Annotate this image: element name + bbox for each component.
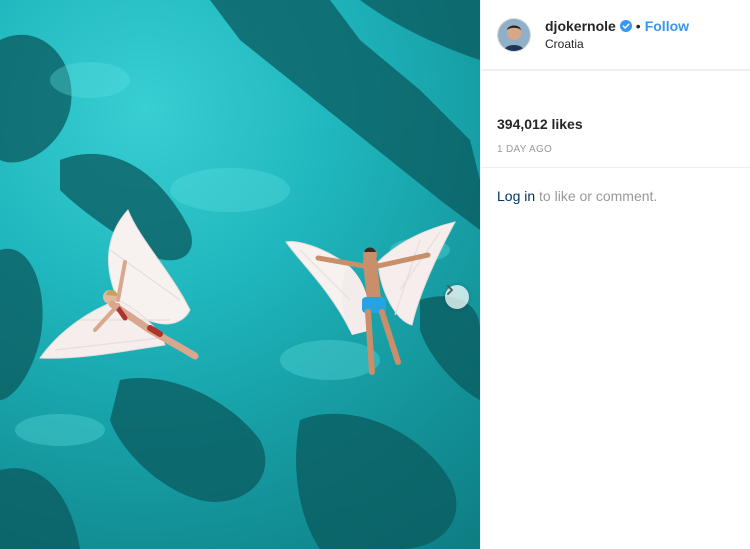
post-header: djokernole • Follow Croatia — [481, 0, 750, 70]
avatar[interactable] — [497, 17, 531, 52]
login-link[interactable]: Log in — [497, 188, 535, 204]
post-photo[interactable] — [0, 0, 480, 549]
header-text: djokernole • Follow Croatia — [545, 18, 689, 51]
likes-count[interactable]: 394,012 likes — [497, 116, 734, 132]
post-timestamp[interactable]: 1 DAY AGO — [497, 144, 734, 155]
instagram-post: djokernole • Follow Croatia 394,012 like… — [0, 0, 750, 549]
separator-dot: • — [635, 18, 641, 34]
comment-prompt: Log in to like or comment. — [481, 168, 750, 224]
verified-badge-icon — [619, 20, 632, 32]
location-link[interactable]: Croatia — [545, 37, 689, 51]
photo-illustration — [0, 0, 480, 549]
chevron-right-icon — [447, 285, 453, 295]
header-top-line: djokernole • Follow — [545, 18, 689, 34]
profile-picture — [498, 18, 530, 51]
likes-section: 394,012 likes 1 DAY AGO — [481, 70, 750, 168]
comment-prompt-text: to like or comment. — [539, 188, 658, 204]
post-sidebar: djokernole • Follow Croatia 394,012 like… — [480, 0, 750, 549]
follow-button[interactable]: Follow — [645, 18, 689, 34]
username-link[interactable]: djokernole — [545, 18, 616, 34]
next-photo-button[interactable] — [445, 285, 469, 309]
